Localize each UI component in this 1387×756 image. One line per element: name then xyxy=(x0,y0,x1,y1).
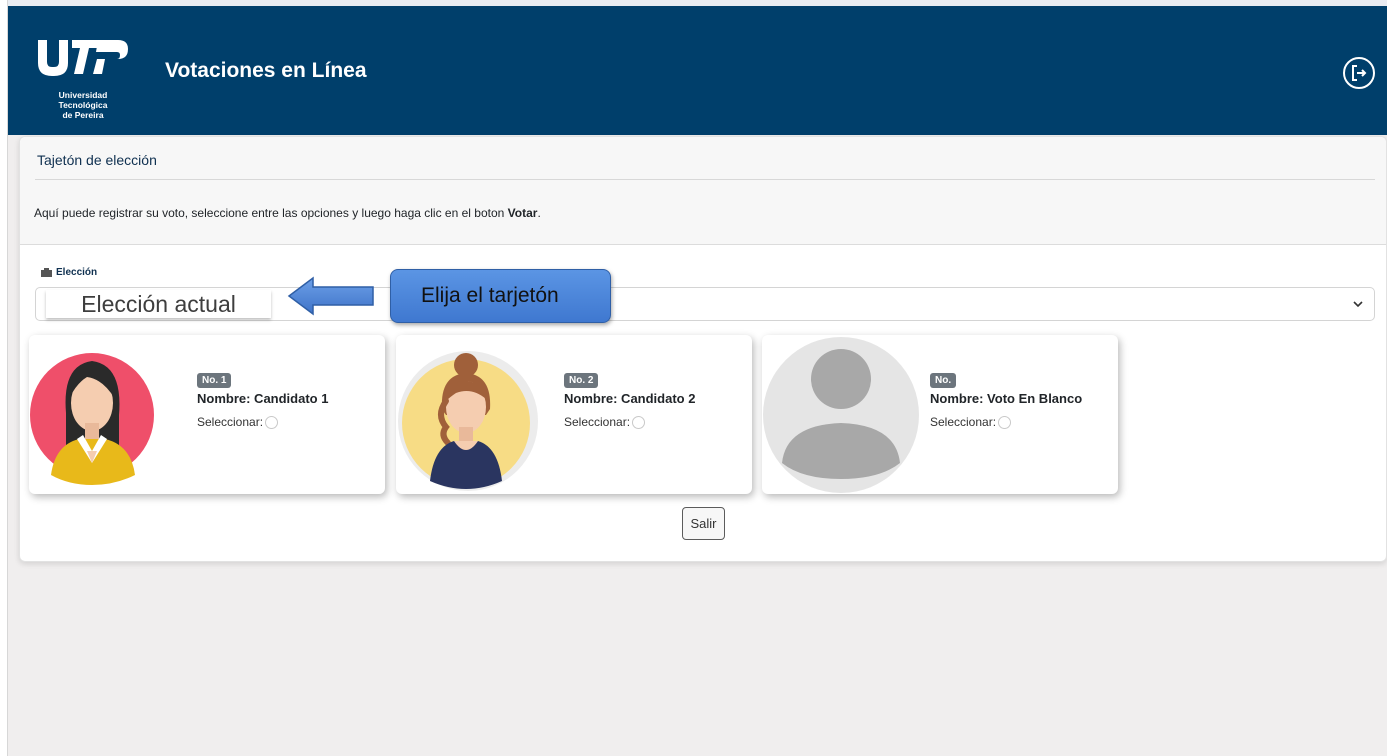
candidate-name: Nombre: Candidato 2 xyxy=(564,391,696,406)
callout-arrow-icon xyxy=(287,276,374,316)
candidate-card-1[interactable]: No. 1 Nombre: Candidato 1 Seleccionar: xyxy=(29,335,385,494)
woman-dark-hair-avatar-icon xyxy=(30,353,154,485)
candidate-card-blank[interactable]: No. Nombre: Voto En Blanco Seleccionar: xyxy=(762,335,1118,494)
candidate-info: No. Nombre: Voto En Blanco Seleccionar: xyxy=(930,370,1082,429)
app-header: Universidad Tecnológica de Pereira Votac… xyxy=(8,6,1387,135)
logo-subtitle: Universidad Tecnológica de Pereira xyxy=(36,90,130,120)
ballot-box-icon xyxy=(41,268,52,277)
candidate-select-row: Seleccionar: xyxy=(564,415,695,429)
card-header: Tajetón de elección Aquí puede registrar… xyxy=(20,137,1386,245)
candidate-number-badge: No. 2 xyxy=(564,373,599,388)
utp-logo: Universidad Tecnológica de Pereira xyxy=(36,38,136,128)
app-title: Votaciones en Línea xyxy=(165,59,367,82)
candidate-number-badge: No. xyxy=(930,373,957,388)
select-label: Seleccionar: xyxy=(564,415,631,429)
instruction-bold: Votar xyxy=(507,206,538,220)
chevron-down-icon xyxy=(1353,301,1363,308)
candidate-select-row: Seleccionar: xyxy=(930,415,1082,429)
candidate-number-badge: No. 1 xyxy=(197,373,232,388)
select-label: Seleccionar: xyxy=(930,415,997,429)
select-label: Seleccionar: xyxy=(197,415,264,429)
candidate-info: No. 1 Nombre: Candidato 1 Seleccionar: xyxy=(197,370,328,429)
election-label: Elección xyxy=(41,267,97,278)
select-radio[interactable] xyxy=(998,415,1012,429)
woman-bun-hair-avatar-icon xyxy=(398,351,538,491)
instruction-prefix: Aquí puede registrar su voto, seleccione… xyxy=(34,206,508,220)
election-label-text: Elección xyxy=(56,267,98,278)
blank-user-avatar-icon xyxy=(763,337,919,493)
utp-logo-mark xyxy=(38,40,128,76)
callout-box: Elija el tarjetón xyxy=(390,269,611,323)
candidate-info: No. 2 Nombre: Candidato 2 Seleccionar: xyxy=(564,370,695,429)
candidate-card-2[interactable]: No. 2 Nombre: Candidato 2 Seleccionar: xyxy=(396,335,752,494)
exit-button[interactable]: Salir xyxy=(682,507,725,540)
logout-icon xyxy=(1352,65,1367,81)
instruction-suffix: . xyxy=(537,206,541,220)
candidate-name: Nombre: Voto En Blanco xyxy=(930,391,1083,406)
election-select[interactable]: Elección actual xyxy=(35,287,1375,321)
card-title: Tajetón de elección xyxy=(37,152,157,168)
left-border xyxy=(0,0,8,756)
candidate-name: Nombre: Candidato 1 xyxy=(197,391,329,406)
logout-button[interactable] xyxy=(1343,57,1375,89)
select-radio[interactable] xyxy=(265,415,279,429)
candidate-select-row: Seleccionar: xyxy=(197,415,328,429)
logo-subtitle-line1: Universidad Tecnológica xyxy=(58,90,108,110)
instruction-text: Aquí puede registrar su voto, seleccione… xyxy=(34,206,541,220)
divider xyxy=(35,179,1375,180)
logo-subtitle-line2: de Pereira xyxy=(62,110,104,120)
election-selected-value: Elección actual xyxy=(46,290,271,318)
select-radio[interactable] xyxy=(632,415,646,429)
